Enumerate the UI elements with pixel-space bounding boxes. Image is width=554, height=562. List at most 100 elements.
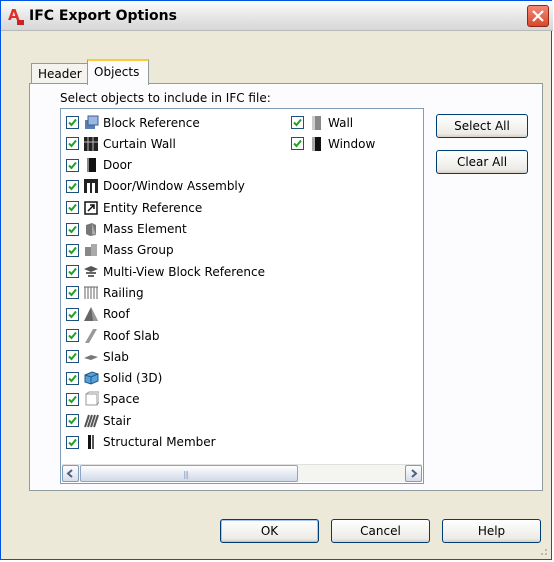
tab-header[interactable]: Header [31,63,89,84]
item-checkbox[interactable] [66,350,79,364]
list-item[interactable]: Space [66,389,140,410]
list-item-label: Structural Member [103,435,216,449]
mass-group-icon [83,242,99,258]
list-item[interactable]: Curtain Wall [66,133,176,154]
checkmark-icon [68,182,77,191]
list-item[interactable]: Roof [66,304,130,325]
list-item[interactable]: Door/Window Assembly [66,176,245,197]
checkmark-icon [68,331,77,340]
checkmark-icon [68,395,77,404]
list-item-label: Roof Slab [103,328,160,343]
list-item[interactable]: Mass Group [66,240,174,261]
item-checkbox[interactable] [66,222,79,236]
list-item-label: Curtain Wall [103,136,176,151]
close-icon [532,10,544,22]
list-item-label: Entity Reference [103,200,203,215]
item-checkbox[interactable] [66,158,79,172]
help-button[interactable]: Help [442,519,541,543]
ok-button[interactable]: OK [220,519,319,543]
item-checkbox[interactable] [66,265,79,279]
list-item[interactable]: Structural Member [66,432,216,453]
item-checkbox[interactable] [291,137,304,151]
list-item-label: Window [328,136,376,151]
list-item-label: Railing [103,285,144,300]
stair-icon [83,413,99,429]
item-checkbox[interactable] [291,116,304,129]
item-checkbox[interactable] [66,371,79,385]
list-item[interactable]: Solid (3D) [66,368,162,389]
list-item-label: Slab [103,349,129,364]
item-checkbox[interactable] [66,307,79,321]
list-item[interactable]: Door [66,155,132,176]
list-item[interactable]: Block Reference [66,112,200,133]
scroll-right-button[interactable] [405,465,422,482]
item-checkbox[interactable] [66,414,79,428]
railing-icon [83,285,99,301]
list-item-label: Door [103,158,132,173]
close-button[interactable] [527,5,549,27]
arrow-right-icon [411,469,418,478]
multi-view-block-icon [83,264,99,280]
resize-grip-icon[interactable] [538,546,548,556]
roof-slab-icon [83,328,99,344]
list-item-label: Door/Window Assembly [103,179,245,194]
checkmark-icon [68,204,77,212]
checkmark-icon [68,438,77,446]
objects-checklist[interactable]: Block Reference Curtain Wall Door Door/Wind… [60,108,424,484]
item-checkbox[interactable] [66,116,79,129]
window-icon [308,136,324,152]
ifc-export-dialog: A IFC Export Options Header Objects Sele… [0,0,553,560]
roof-icon [83,306,99,322]
list-item-label: Roof [103,307,130,322]
item-checkbox[interactable] [66,243,79,257]
list-item-label: Solid (3D) [103,371,163,386]
door-icon [83,157,99,173]
checkmark-icon [68,140,77,148]
item-checkbox[interactable] [66,137,79,151]
checkmark-icon [293,140,302,148]
list-item-label: Stair [103,413,131,428]
list-item[interactable]: Railing [66,282,144,303]
item-checkbox[interactable] [66,329,79,342]
list-item[interactable]: Mass Element [66,219,187,240]
list-item[interactable]: Roof Slab [66,325,159,346]
objects-instruction: Select objects to include in IFC file: [60,91,271,105]
checkmark-icon [68,161,77,170]
cancel-button[interactable]: Cancel [331,519,430,543]
tab-objects-label: Objects [94,65,140,79]
slab-icon [83,349,99,365]
list-item[interactable]: Window [291,133,375,154]
checkmark-icon [68,267,77,276]
entity-reference-icon [83,200,99,216]
list-item[interactable]: Stair [66,410,131,431]
space-icon [83,391,100,407]
item-checkbox[interactable] [66,435,79,449]
scroll-thumb[interactable]: ||| [80,465,298,482]
solid-3d-icon [83,370,99,386]
checkmark-icon [68,289,77,297]
mass-element-icon [83,221,99,237]
title-bar[interactable]: A IFC Export Options [1,1,553,31]
wall-icon [308,115,324,131]
list-item-label: Mass Group [103,243,174,258]
list-item-label: Multi-View Block Reference [103,264,265,279]
clear-all-button[interactable]: Clear All [436,150,528,174]
list-item[interactable]: Multi-View Block Reference [66,261,265,282]
list-item[interactable]: Entity Reference [66,197,202,218]
item-checkbox[interactable] [66,392,79,406]
checkmark-icon [293,118,302,127]
objects-tab-panel: Select objects to include in IFC file: B… [29,83,543,491]
scroll-left-button[interactable] [62,465,79,482]
checkmark-icon [68,417,77,425]
checkmark-icon [68,118,77,127]
select-all-button[interactable]: Select All [436,114,528,138]
list-item-label: Wall [328,115,354,130]
list-item[interactable]: Slab [66,346,129,367]
list-item[interactable]: Wall [291,112,353,133]
item-checkbox[interactable] [66,286,79,300]
item-checkbox[interactable] [66,179,79,193]
tab-objects[interactable]: Objects [87,59,149,85]
item-checkbox[interactable] [66,201,79,215]
list-item-label: Space [103,392,140,407]
horizontal-scrollbar[interactable]: ||| [62,464,422,482]
